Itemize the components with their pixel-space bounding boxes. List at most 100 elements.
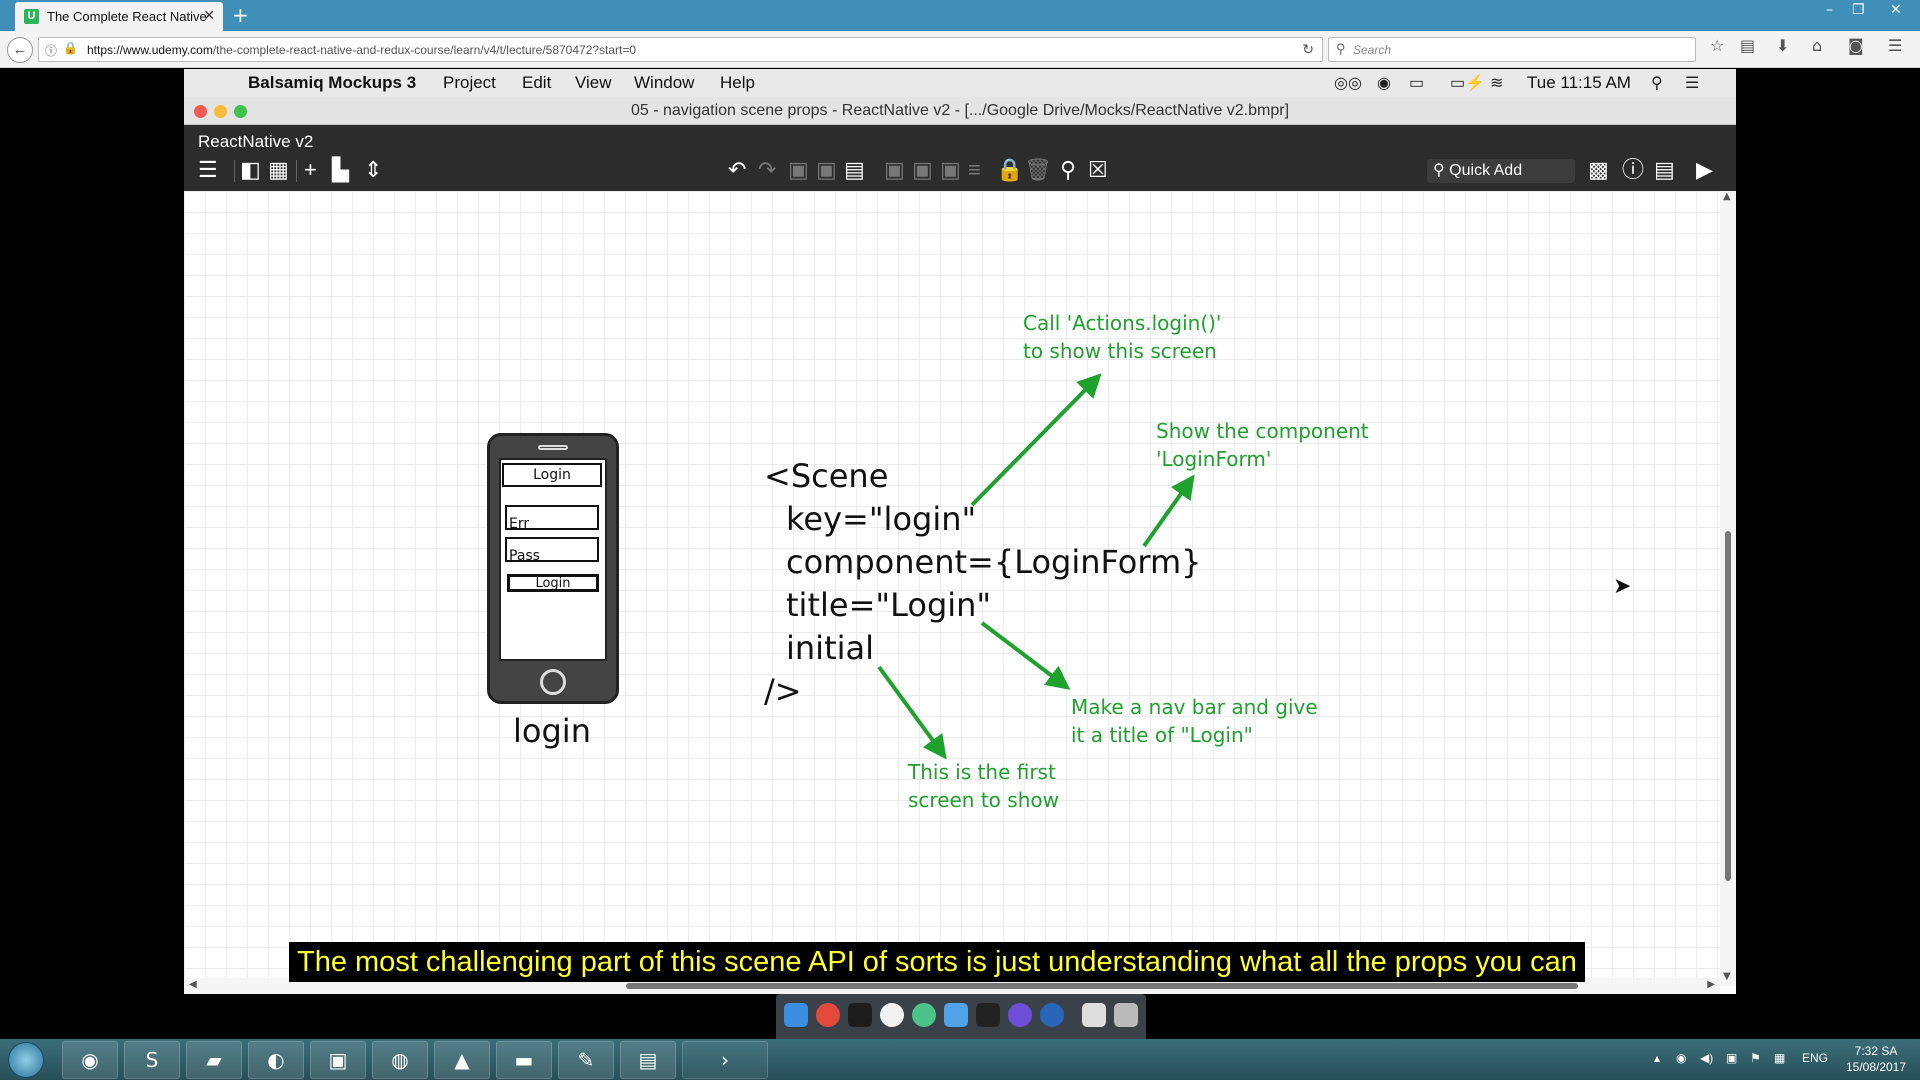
chrome-icon[interactable]	[816, 1003, 840, 1027]
restore-window-icon[interactable]: ❐	[1852, 2, 1865, 18]
wifi-icon[interactable]: ≋	[1490, 73, 1503, 93]
code-title-prop[interactable]: title="Login"	[786, 586, 991, 624]
android-studio-taskbar-icon[interactable]: ▲	[434, 1041, 490, 1079]
menu-project[interactable]: Project	[443, 73, 496, 93]
code-key-prop[interactable]: key="login"	[786, 500, 976, 538]
zalo-taskbar-icon[interactable]: ◐	[248, 1041, 304, 1079]
phone-caption[interactable]: login	[477, 712, 627, 750]
menu-icon[interactable]: ☰	[1888, 36, 1902, 55]
address-bar[interactable]: ⓘ 🔒 https://www.udemy.com/the-complete-r…	[38, 37, 1323, 62]
wireframe-input-pass[interactable]: Pass	[505, 537, 599, 564]
app-icon[interactable]	[944, 1003, 968, 1027]
menu-edit[interactable]: Edit	[522, 73, 551, 93]
action-center-flag-icon[interactable]: ⚑	[1750, 1051, 1761, 1065]
new-tab-button[interactable]: +	[232, 3, 249, 27]
download-icon[interactable]: ⬇	[1776, 36, 1789, 55]
mac-clock[interactable]: Tue 11:15 AM	[1527, 73, 1631, 93]
cut-icon[interactable]: ▣	[816, 157, 837, 183]
find-icon[interactable]: ⚲	[1060, 157, 1076, 183]
note-title[interactable]: Make a nav bar and give it a title of "L…	[1071, 693, 1318, 749]
horizontal-scroll-thumb[interactable]	[626, 983, 1578, 989]
menu-help[interactable]: Help	[720, 73, 755, 93]
scroll-up-icon[interactable]: ▲	[1723, 191, 1731, 202]
activity-monitor-icon[interactable]	[848, 1003, 872, 1027]
info-panel-icon[interactable]: ⓘ	[1622, 157, 1644, 183]
note-component[interactable]: Show the component 'LoginForm'	[1156, 417, 1369, 473]
grid-view-icon[interactable]: ▦	[268, 157, 289, 183]
network-icon[interactable]: ▦	[1774, 1051, 1785, 1065]
quick-add-input[interactable]: ⚲ Quick Add	[1427, 159, 1575, 183]
code-component-prop[interactable]: component={LoginForm}	[786, 543, 1202, 581]
lock-icon[interactable]: 🔒	[996, 157, 1023, 183]
copy-icon[interactable]: ▣	[788, 157, 809, 183]
glasses-icon[interactable]: ◎◎	[1334, 73, 1362, 93]
back-button[interactable]: ←	[7, 37, 33, 63]
page-icon[interactable]: ▙	[332, 157, 349, 183]
battery-icon[interactable]: ▭⚡	[1450, 73, 1485, 93]
paint-taskbar-icon[interactable]: ✎	[558, 1041, 614, 1079]
vertical-scroll-thumb[interactable]	[1725, 531, 1731, 881]
taskbar-clock[interactable]: 7:32 SA 15/08/2017	[1836, 1043, 1916, 1075]
note-actions[interactable]: Call 'Actions.login()' to show this scre…	[1023, 309, 1221, 365]
wireframe-header[interactable]: Login	[502, 463, 602, 487]
menu-app-name[interactable]: Balsamiq Mockups 3	[248, 73, 416, 93]
language-indicator[interactable]: ENG	[1802, 1051, 1828, 1065]
airplay-icon[interactable]: ▭	[1409, 73, 1424, 93]
clear-icon[interactable]: ☒	[1088, 157, 1108, 183]
vertical-scrollbar[interactable]: ▲ ▼	[1720, 191, 1736, 986]
search-input[interactable]: ⚲ Search	[1328, 37, 1696, 62]
panel-toggle-icon[interactable]: ◧	[240, 157, 261, 183]
camtasia-taskbar-icon[interactable]: ▤	[620, 1041, 676, 1079]
wireframe-input-err[interactable]: Err	[505, 505, 599, 532]
browser-tab[interactable]: U The Complete React Native ✕	[15, 2, 223, 31]
reading-list-icon[interactable]: ▤	[1740, 36, 1755, 55]
tray-app-icon[interactable]: ◉	[1676, 1051, 1686, 1065]
add-icon[interactable]: +	[304, 157, 317, 183]
menu-window[interactable]: Window	[634, 73, 694, 93]
terminal-icon[interactable]	[976, 1003, 1000, 1027]
markup-icon[interactable]: ▩	[1588, 157, 1609, 183]
menu-view[interactable]: View	[575, 73, 612, 93]
explorer-taskbar-icon[interactable]: ▣	[310, 1041, 366, 1079]
code-scene-open[interactable]: <Scene	[764, 457, 888, 495]
note-initial[interactable]: This is the first screen to show	[908, 758, 1059, 814]
record-icon[interactable]: ◉	[1377, 73, 1391, 93]
code-initial-prop[interactable]: initial	[786, 629, 874, 667]
group-icon[interactable]: ▣	[884, 157, 905, 183]
bookmark-star-icon[interactable]: ☆	[1710, 36, 1724, 55]
hamburger-menu-icon[interactable]: ☰	[198, 157, 218, 183]
notification-list-icon[interactable]: ☰	[1685, 73, 1699, 93]
firefox-taskbar-icon[interactable]: ◍	[372, 1041, 428, 1079]
terminal-taskbar-icon[interactable]: ▬	[496, 1041, 552, 1079]
home-icon[interactable]: ⌂	[1812, 36, 1822, 55]
messages-icon[interactable]	[880, 1003, 904, 1027]
folder-taskbar-icon[interactable]: ▰	[186, 1041, 242, 1079]
presentation-icon[interactable]: ▶	[1696, 157, 1713, 183]
properties-icon[interactable]: ▤	[1654, 157, 1675, 183]
close-tab-icon[interactable]: ✕	[203, 7, 215, 24]
start-button[interactable]	[8, 1042, 44, 1078]
trash-dock-icon[interactable]	[1114, 1003, 1138, 1027]
browser-icon[interactable]	[1040, 1003, 1064, 1027]
trash-icon[interactable]: 🗑	[1024, 157, 1052, 183]
compass-app-icon[interactable]	[1008, 1003, 1032, 1027]
taskbar-overflow[interactable]: ›	[682, 1041, 768, 1079]
undo-icon[interactable]: ↶	[728, 157, 746, 183]
volume-icon[interactable]: ◀)	[1700, 1051, 1713, 1065]
bring-front-icon[interactable]: ▣	[940, 157, 961, 183]
wireframe-login-button[interactable]: Login	[507, 574, 599, 592]
spotlight-search-icon[interactable]: ⚲	[1651, 73, 1663, 93]
finder-icon[interactable]	[784, 1003, 808, 1027]
scroll-down-icon[interactable]: ▼	[1723, 971, 1731, 982]
pocket-icon[interactable]: ◙	[1848, 36, 1864, 55]
ungroup-icon[interactable]: ▣	[912, 157, 933, 183]
code-scene-close[interactable]: />	[764, 672, 802, 710]
scroll-left-icon[interactable]: ◀	[189, 979, 197, 990]
minimize-window-icon[interactable]: –	[1826, 2, 1833, 18]
skype-taskbar-icon[interactable]: S	[124, 1041, 180, 1079]
chrome-taskbar-icon[interactable]: ◉	[62, 1041, 118, 1079]
reload-icon[interactable]: ↻	[1302, 41, 1314, 58]
redo-icon[interactable]: ↷	[758, 157, 776, 183]
close-window-icon[interactable]: ✕	[1890, 2, 1902, 18]
atom-icon[interactable]	[912, 1003, 936, 1027]
